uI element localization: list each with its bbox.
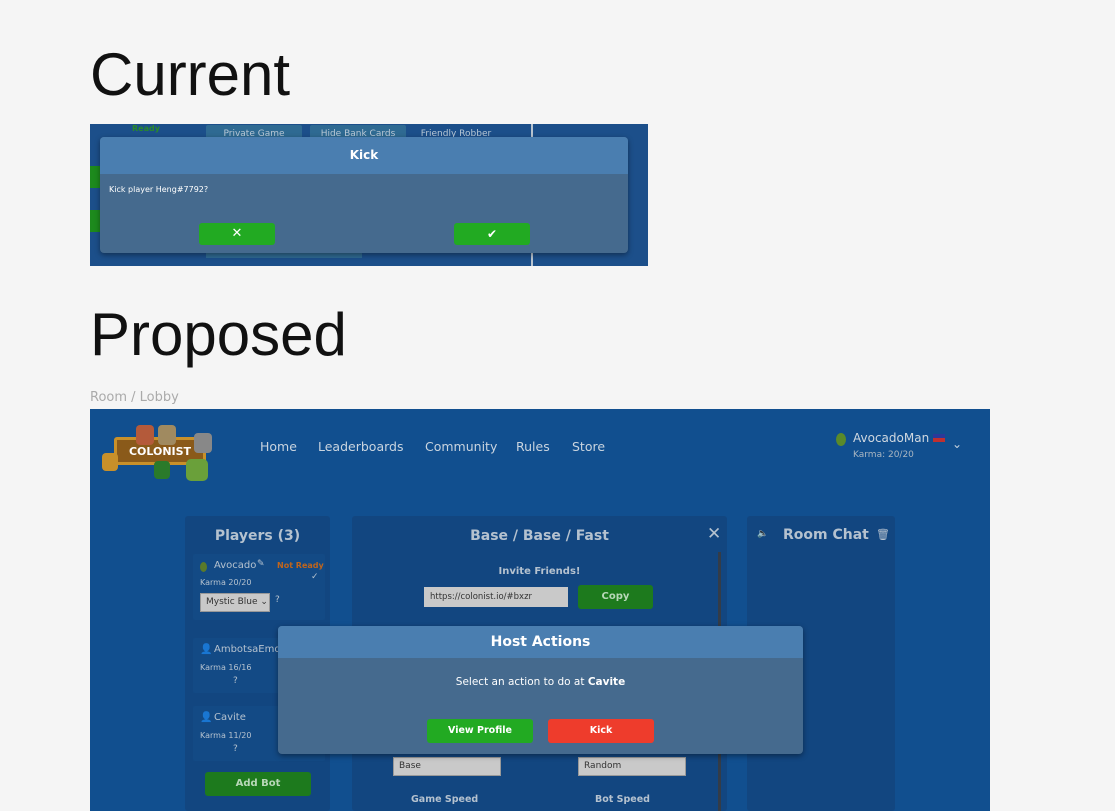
kick-modal: Kick Kick player Heng#7792? ✕ ✔ bbox=[100, 137, 628, 253]
chat-title: Room Chat bbox=[783, 527, 869, 543]
trash-icon[interactable]: 🗑 bbox=[876, 528, 890, 541]
colonist-logo[interactable]: COLONIST bbox=[102, 423, 214, 481]
copy-button[interactable]: Copy bbox=[578, 585, 653, 609]
current-screenshot: Ready Private Game Hide Bank Cards Frien… bbox=[90, 124, 648, 266]
avocado-icon bbox=[836, 433, 846, 446]
color-select[interactable]: Mystic Blue ⌄ bbox=[200, 593, 270, 612]
breadcrumb: Room / Lobby bbox=[90, 390, 179, 405]
user-karma: Karma: 20/20 bbox=[853, 450, 914, 460]
kick-button[interactable]: Kick bbox=[548, 719, 654, 743]
nav-home[interactable]: Home bbox=[260, 439, 297, 454]
user-name[interactable]: AvocadoMan bbox=[853, 431, 929, 445]
modal-message: Select an action to do at Cavite bbox=[455, 676, 626, 688]
cancel-button[interactable]: ✕ bbox=[199, 223, 275, 245]
invite-link-input[interactable]: https://colonist.io/#bxzr bbox=[424, 587, 568, 607]
flag-icon bbox=[933, 434, 945, 442]
game-mode-title: Base / Base / Fast bbox=[470, 528, 609, 544]
view-profile-button[interactable]: View Profile bbox=[427, 719, 533, 743]
confirm-button[interactable]: ✔ bbox=[454, 223, 530, 245]
edit-icon[interactable]: ✎ bbox=[257, 559, 265, 569]
add-bot-button-partial[interactable] bbox=[90, 166, 100, 188]
map-select[interactable]: Base bbox=[393, 757, 501, 776]
close-icon: ✕ bbox=[231, 226, 243, 241]
person-icon: 👤 bbox=[200, 712, 213, 723]
player-stats: ? bbox=[275, 595, 280, 605]
players-title: Players (3) bbox=[214, 528, 301, 544]
proposed-screenshot: COLONIST Home Leaderboards Community Rul… bbox=[90, 409, 990, 811]
add-bot-button-partial-2[interactable] bbox=[90, 210, 100, 232]
nav-store[interactable]: Store bbox=[572, 439, 605, 454]
status-badge: Not Ready bbox=[277, 561, 324, 570]
dice-select[interactable]: Random bbox=[578, 757, 686, 776]
add-bot-button[interactable]: Add Bot bbox=[205, 772, 311, 796]
heading-current: Current bbox=[90, 41, 291, 108]
modal-message: Kick player Heng#7792? bbox=[109, 185, 209, 194]
modal-title: Kick bbox=[100, 137, 628, 174]
avocado-icon bbox=[200, 562, 207, 572]
nav-community[interactable]: Community bbox=[425, 439, 497, 454]
ready-label: Ready bbox=[132, 124, 160, 133]
modal-title: Host Actions bbox=[278, 626, 803, 658]
heading-proposed: Proposed bbox=[90, 301, 347, 368]
player-card[interactable]: Avocado ✎ Not Ready ✓ Karma 20/20 Mystic… bbox=[193, 554, 325, 620]
chevron-down-icon[interactable]: ⌄ bbox=[952, 437, 962, 451]
nav-leaderboards[interactable]: Leaderboards bbox=[318, 439, 403, 454]
check-icon: ✔ bbox=[486, 227, 498, 241]
host-actions-modal: Host Actions Select an action to do at C… bbox=[278, 626, 803, 754]
nav-rules[interactable]: Rules bbox=[516, 439, 550, 454]
check-icon[interactable]: ✓ bbox=[311, 572, 319, 582]
person-icon: 👤 bbox=[200, 644, 213, 655]
speaker-icon[interactable]: 🔈 bbox=[757, 529, 768, 539]
close-icon[interactable]: ✕ bbox=[707, 524, 721, 544]
